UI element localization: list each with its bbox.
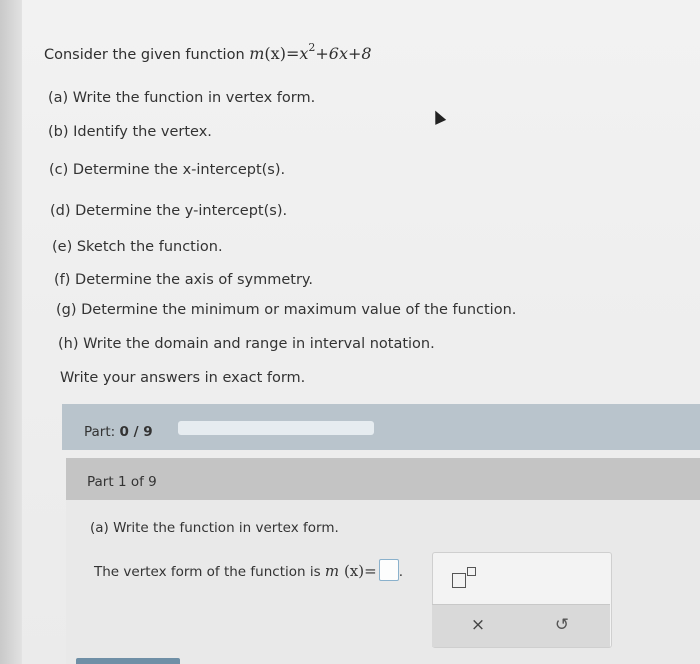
left-edge: [0, 0, 22, 664]
question-item-f: (f) Determine the axis of symmetry.: [54, 272, 314, 288]
answer-prefix: The vertex form of the function is: [94, 564, 325, 580]
answer-input[interactable]: [378, 559, 399, 581]
answer-fn-name: m: [324, 562, 340, 580]
subquestion-text: (a) Write the function in vertex form.: [90, 520, 339, 536]
answer-fn-arg: (x): [343, 562, 365, 580]
question-intro-text: Consider the given function: [44, 47, 250, 63]
question-item-a: (a) Write the function in vertex form.: [48, 90, 316, 106]
tool-action-bar: [432, 604, 610, 647]
function-name: m: [249, 44, 265, 63]
question-intro: Consider the given function m(x)=x2+6x+8: [44, 41, 372, 63]
question-item-c: (c) Determine the x-intercept(s).: [49, 162, 286, 178]
progress-track: [178, 421, 374, 435]
progress-label: Part: 0 / 9: [84, 424, 153, 440]
exact-form-note: Write your answers in exact form.: [60, 370, 306, 386]
undo-button[interactable]: ↺: [548, 612, 576, 638]
answer-eq: =: [364, 562, 377, 580]
exponent-base-box: [452, 573, 466, 588]
answer-suffix: .: [398, 564, 403, 580]
progress-value: 0 / 9: [119, 424, 153, 440]
function-eq: =x: [285, 44, 309, 63]
exponent-sup-box: [467, 567, 476, 576]
clear-button[interactable]: ×: [464, 612, 492, 638]
function-arg: (x): [264, 44, 286, 63]
bottom-button-edge[interactable]: [76, 658, 180, 664]
answer-function: m (x)=: [325, 562, 377, 580]
part-header-label: Part 1 of 9: [87, 474, 157, 490]
question-item-e: (e) Sketch the function.: [52, 239, 223, 255]
progress-label-text: Part:: [84, 424, 120, 440]
part-header[interactable]: [66, 458, 700, 500]
question-item-g: (g) Determine the minimum or maximum val…: [56, 302, 517, 318]
question-item-h: (h) Write the domain and range in interv…: [58, 336, 435, 352]
question-item-d: (d) Determine the y-intercept(s).: [50, 203, 288, 219]
answer-line: The vertex form of the function is m (x)…: [94, 559, 403, 581]
function-expression: m(x)=x2+6x+8: [249, 41, 372, 63]
progress-bar-panel: [62, 404, 700, 450]
exponent-template-icon[interactable]: [452, 565, 482, 588]
function-exponent: 2: [308, 41, 316, 54]
question-item-b: (b) Identify the vertex.: [48, 124, 212, 140]
function-rest: +6x+8: [315, 44, 372, 63]
